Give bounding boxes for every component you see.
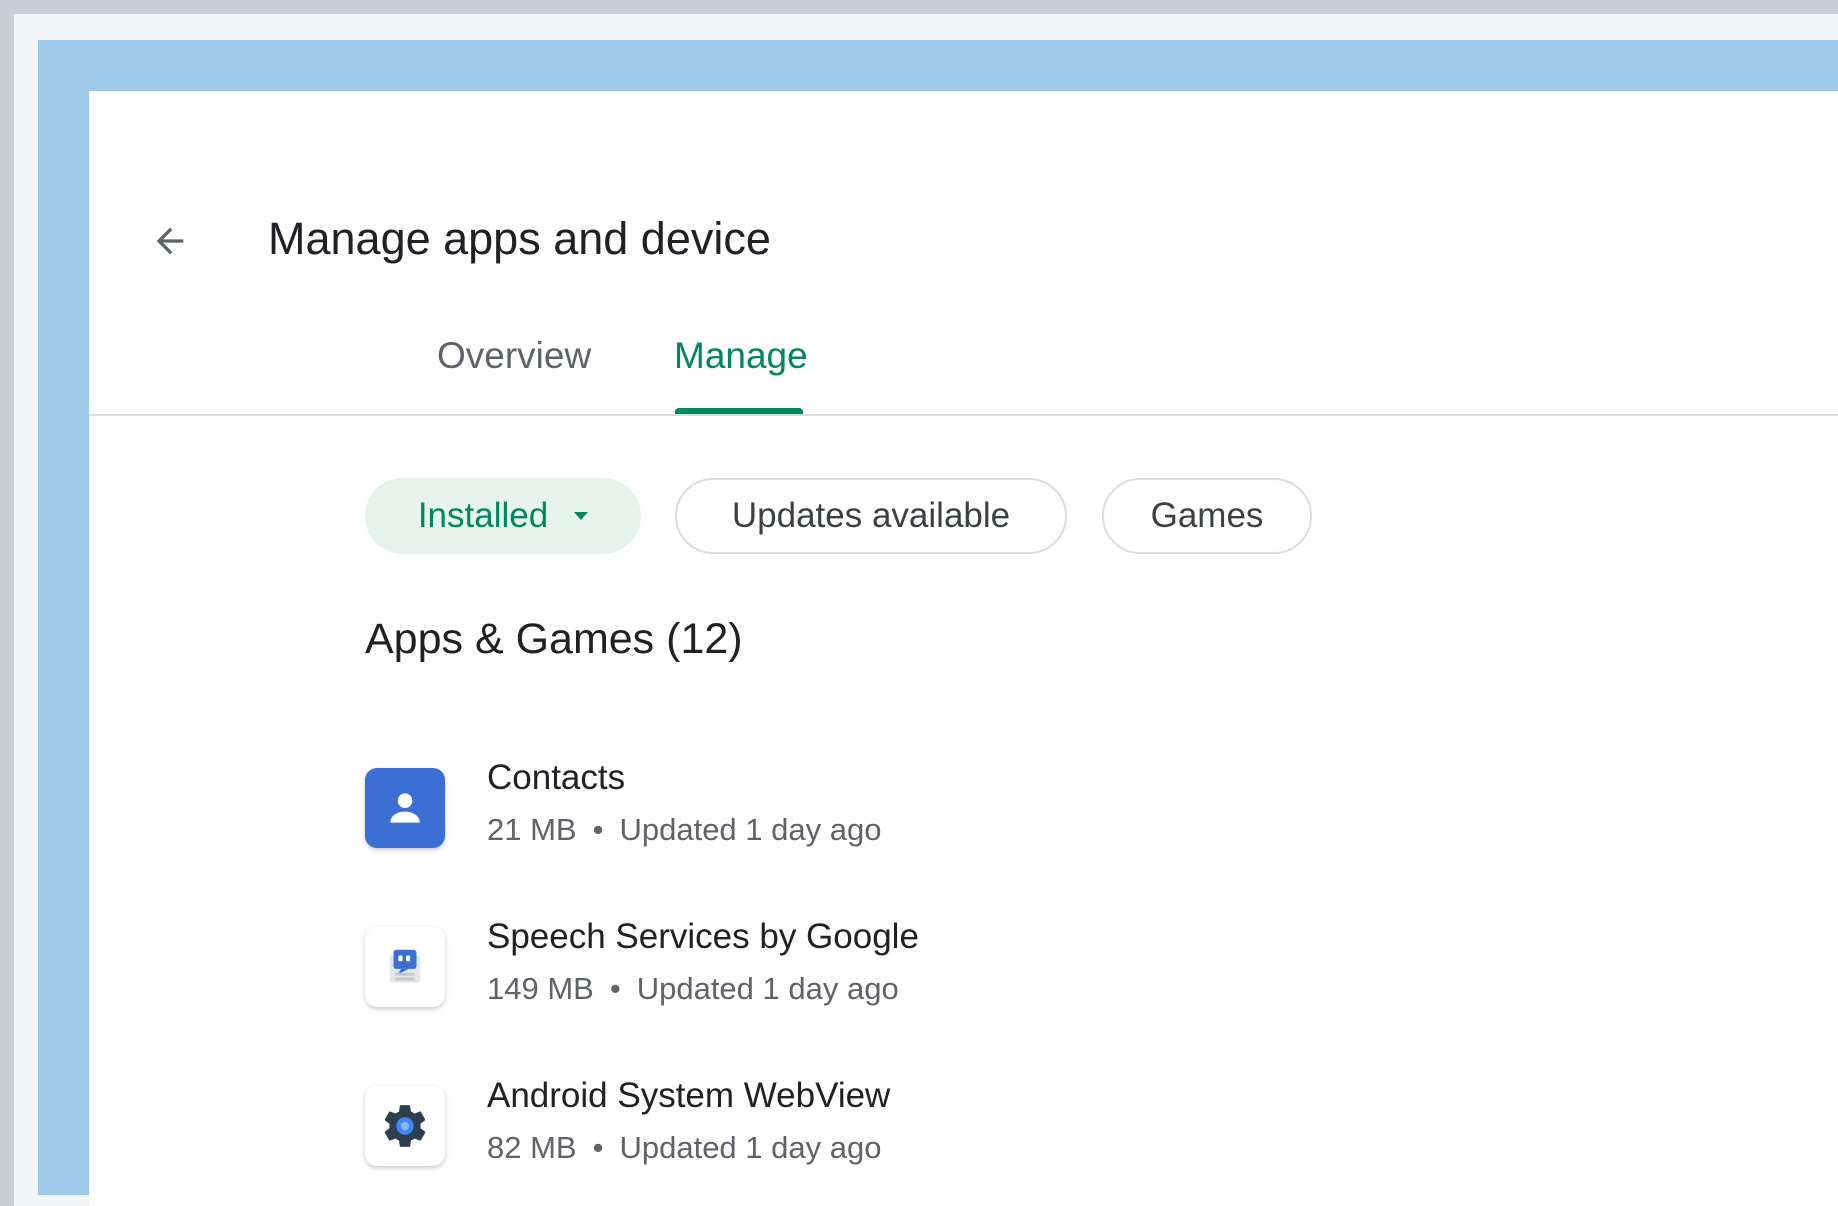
arrow-left-icon: [150, 221, 190, 266]
app-size: 149 MB: [487, 971, 594, 1006]
app-size: 82 MB: [487, 1130, 577, 1165]
app-list-item-speech-services[interactable]: Speech Services by Google 149 MB • Updated…: [365, 917, 1265, 1037]
installed-filter-chip[interactable]: Installed: [365, 478, 641, 554]
meta-separator: •: [592, 812, 604, 847]
caret-down-icon: [574, 512, 589, 520]
meta-separator: •: [609, 971, 621, 1006]
app-meta: 82 MB • Updated 1 day ago: [487, 1130, 881, 1166]
app-updated: Updated 1 day ago: [636, 971, 899, 1006]
updates-chip-label: Updates available: [731, 496, 1011, 535]
speech-services-icon: [365, 927, 445, 1007]
tab-overview[interactable]: Overview: [437, 335, 591, 377]
app-meta: 149 MB • Updated 1 day ago: [487, 971, 899, 1007]
app-list-item-contacts[interactable]: Contacts 21 MB • Updated 1 day ago: [365, 758, 1265, 878]
back-button[interactable]: [132, 205, 208, 281]
app-list-item-android-system-webview[interactable]: Android System WebView 82 MB • Updated 1 d…: [365, 1076, 1265, 1196]
contacts-icon: [365, 768, 445, 848]
webview-gear-icon: [365, 1086, 445, 1166]
app-updated: Updated 1 day ago: [619, 812, 882, 847]
updates-available-filter-chip[interactable]: Updates available: [675, 478, 1067, 554]
meta-separator: •: [592, 1130, 604, 1165]
app-updated: Updated 1 day ago: [619, 1130, 882, 1165]
page-title: Manage apps and device: [268, 213, 771, 264]
tabs-divider: [89, 414, 1838, 416]
app-name: Android System WebView: [487, 1076, 891, 1115]
app-name: Speech Services by Google: [487, 917, 919, 956]
app-meta: 21 MB • Updated 1 day ago: [487, 812, 881, 848]
app-size: 21 MB: [487, 812, 577, 847]
games-filter-chip[interactable]: Games: [1102, 478, 1312, 554]
tab-manage[interactable]: Manage: [674, 335, 808, 377]
section-heading: Apps & Games (12): [365, 615, 743, 663]
games-chip-label: Games: [1150, 496, 1264, 535]
app-name: Contacts: [487, 758, 626, 797]
installed-chip-label: Installed: [417, 496, 549, 535]
